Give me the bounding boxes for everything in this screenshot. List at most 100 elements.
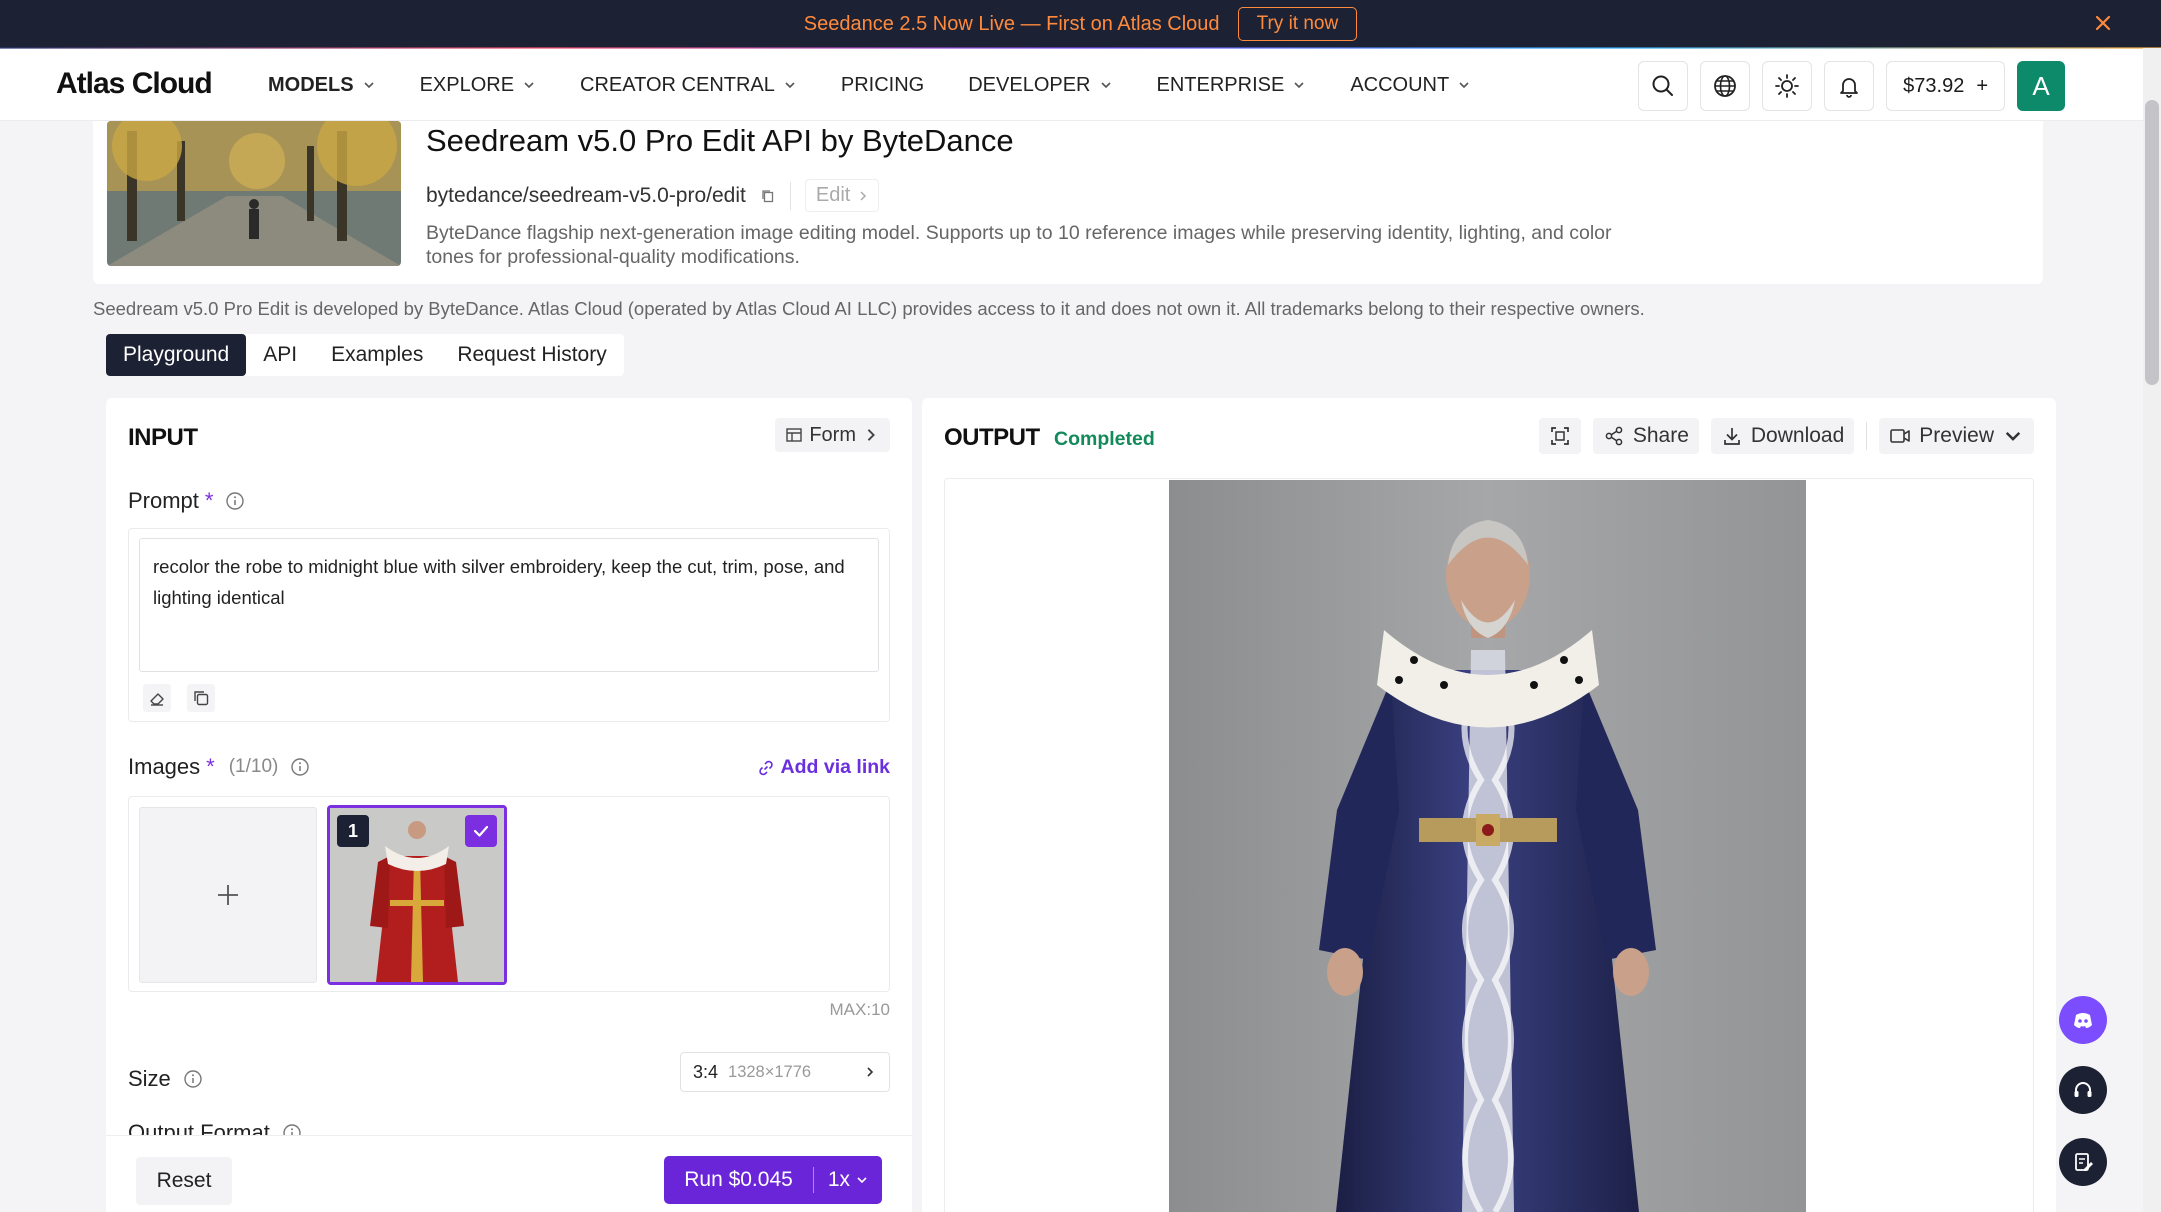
output-title: OUTPUT — [944, 424, 1040, 451]
nav-actions: $73.92 + A — [1638, 61, 2065, 111]
run-label[interactable]: Run $0.045 — [664, 1156, 813, 1204]
prompt-label: Prompt — [128, 488, 199, 513]
headset-icon[interactable] — [2059, 1066, 2107, 1114]
video-icon — [1890, 429, 1911, 443]
model-header-card: Seedream v5.0 Pro Edit API by ByteDance … — [93, 121, 2043, 284]
info-icon[interactable] — [290, 757, 310, 777]
download-button[interactable]: Download — [1710, 418, 1855, 454]
menu-pricing-label: PRICING — [840, 73, 925, 96]
required-mark: * — [206, 754, 215, 779]
feedback-icon[interactable] — [2059, 1138, 2107, 1186]
run-button[interactable]: Run $0.045 1x — [664, 1156, 882, 1204]
preview-select[interactable]: Preview — [1879, 418, 2034, 454]
eraser-icon[interactable] — [143, 684, 171, 712]
edit-chip-label: Edit — [815, 184, 851, 206]
tab-playground[interactable]: Playground — [106, 334, 247, 376]
try-it-now-button[interactable]: Try it now — [1237, 7, 1358, 41]
menu-enterprise[interactable]: ENTERPRISE — [1157, 74, 1307, 97]
chevron-right-icon — [860, 190, 867, 201]
tab-api[interactable]: API — [246, 334, 314, 376]
chevron-right-icon — [867, 429, 875, 441]
plus-icon — [218, 885, 238, 905]
divider — [1866, 422, 1868, 450]
menu-creator-central-label: CREATOR CENTRAL — [580, 73, 775, 96]
promo-text: Seedance 2.5 Now Live — First on Atlas C… — [803, 12, 1220, 35]
reset-button[interactable]: Reset — [136, 1157, 232, 1205]
size-label-row: Size — [128, 1066, 203, 1092]
tab-request-history[interactable]: Request History — [440, 334, 623, 376]
size-ratio: 3:4 — [693, 1061, 719, 1082]
balance-button[interactable]: $73.92 + — [1886, 61, 2005, 111]
info-icon[interactable] — [183, 1069, 203, 1089]
blue-robe-image — [1169, 480, 1806, 1212]
max-images-label: MAX:10 — [829, 1000, 890, 1019]
plus-icon: + — [1976, 74, 1988, 97]
input-title: INPUT — [128, 424, 198, 451]
prompt-textarea[interactable]: recolor the robe to midnight blue with s… — [139, 538, 879, 672]
model-title: Seedream v5.0 Pro Edit API by ByteDance — [426, 123, 1014, 158]
tab-examples[interactable]: Examples — [314, 334, 440, 376]
required-mark: * — [204, 488, 214, 513]
menu-enterprise-label: ENTERPRISE — [1156, 73, 1285, 96]
chevron-down-icon — [524, 82, 534, 89]
globe-icon[interactable] — [1700, 61, 1751, 111]
generated-image[interactable] — [1169, 480, 1806, 1212]
output-panel: OUTPUT Completed Share Download Preview — [922, 398, 2056, 1212]
close-icon[interactable] — [2091, 11, 2115, 35]
output-toolbar: Share Download Preview — [1538, 418, 2034, 454]
add-via-link-button[interactable]: Add via link — [757, 756, 890, 779]
main-menu: MODELS EXPLORE CREATOR CENTRAL PRICING D… — [268, 49, 1515, 121]
size-dimensions: 1328×1776 — [728, 1062, 812, 1081]
share-label: Share — [1632, 424, 1689, 447]
edit-chip[interactable]: Edit — [804, 179, 880, 212]
menu-explore[interactable]: EXPLORE — [420, 74, 536, 97]
size-select[interactable]: 3:4 1328×1776 — [680, 1052, 890, 1092]
status-badge: Completed — [1054, 428, 1155, 450]
check-icon[interactable] — [465, 815, 497, 847]
copy-icon[interactable] — [760, 188, 776, 204]
info-icon[interactable] — [225, 491, 245, 511]
menu-account[interactable]: ACCOUNT — [1350, 74, 1471, 97]
images-label: Images — [128, 754, 201, 779]
fullscreen-button[interactable] — [1538, 418, 1581, 454]
copy-icon[interactable] — [187, 684, 215, 712]
atlas-cloud-logo[interactable]: Atlas Cloud — [56, 67, 213, 101]
chevron-down-icon — [363, 82, 374, 89]
uploaded-image-thumbnail[interactable]: 1 — [327, 805, 507, 985]
chevron-right-icon — [867, 1067, 874, 1077]
add-image-button[interactable] — [139, 807, 317, 983]
menu-pricing[interactable]: PRICING — [841, 74, 924, 97]
run-multiplier-select[interactable]: 1x — [814, 1156, 882, 1204]
prompt-tools — [143, 684, 215, 712]
discord-icon[interactable] — [2059, 996, 2107, 1044]
action-bar: Reset Run $0.045 1x — [106, 1135, 912, 1212]
form-toggle-button[interactable]: Form — [775, 418, 890, 452]
menu-explore-label: EXPLORE — [419, 73, 515, 96]
model-slug: bytedance/seedream-v5.0-pro/edit — [426, 183, 746, 207]
share-icon — [1605, 426, 1623, 446]
chevron-down-icon — [1100, 82, 1111, 89]
balance-amount: $73.92 — [1903, 74, 1965, 97]
sun-icon[interactable] — [1762, 61, 1813, 111]
prompt-container: recolor the robe to midnight blue with s… — [128, 528, 890, 722]
expand-icon — [1550, 427, 1569, 445]
menu-developer[interactable]: DEVELOPER — [968, 74, 1112, 97]
chevron-down-icon — [857, 1177, 867, 1184]
promo-banner: Seedance 2.5 Now Live — First on Atlas C… — [0, 0, 2161, 48]
share-button[interactable]: Share — [1592, 418, 1699, 454]
model-slug-row: bytedance/seedream-v5.0-pro/edit Edit — [426, 179, 880, 212]
images-container: 1 — [128, 796, 890, 992]
menu-models[interactable]: MODELS — [268, 74, 376, 97]
chevron-down-icon — [1294, 82, 1304, 89]
table-icon — [786, 428, 803, 442]
menu-creator-central[interactable]: CREATOR CENTRAL — [580, 74, 797, 97]
chevron-down-icon — [1459, 82, 1469, 89]
chevron-down-icon — [2005, 431, 2021, 441]
preview-label: Preview — [1919, 424, 1994, 447]
avatar[interactable]: A — [2017, 61, 2065, 111]
page-scrollbar[interactable] — [2143, 48, 2161, 1212]
scrollbar-thumb[interactable] — [2145, 100, 2159, 385]
bell-icon[interactable] — [1824, 61, 1875, 111]
search-icon[interactable] — [1638, 61, 1689, 111]
model-description: ByteDance flagship next-generation image… — [426, 222, 1612, 268]
